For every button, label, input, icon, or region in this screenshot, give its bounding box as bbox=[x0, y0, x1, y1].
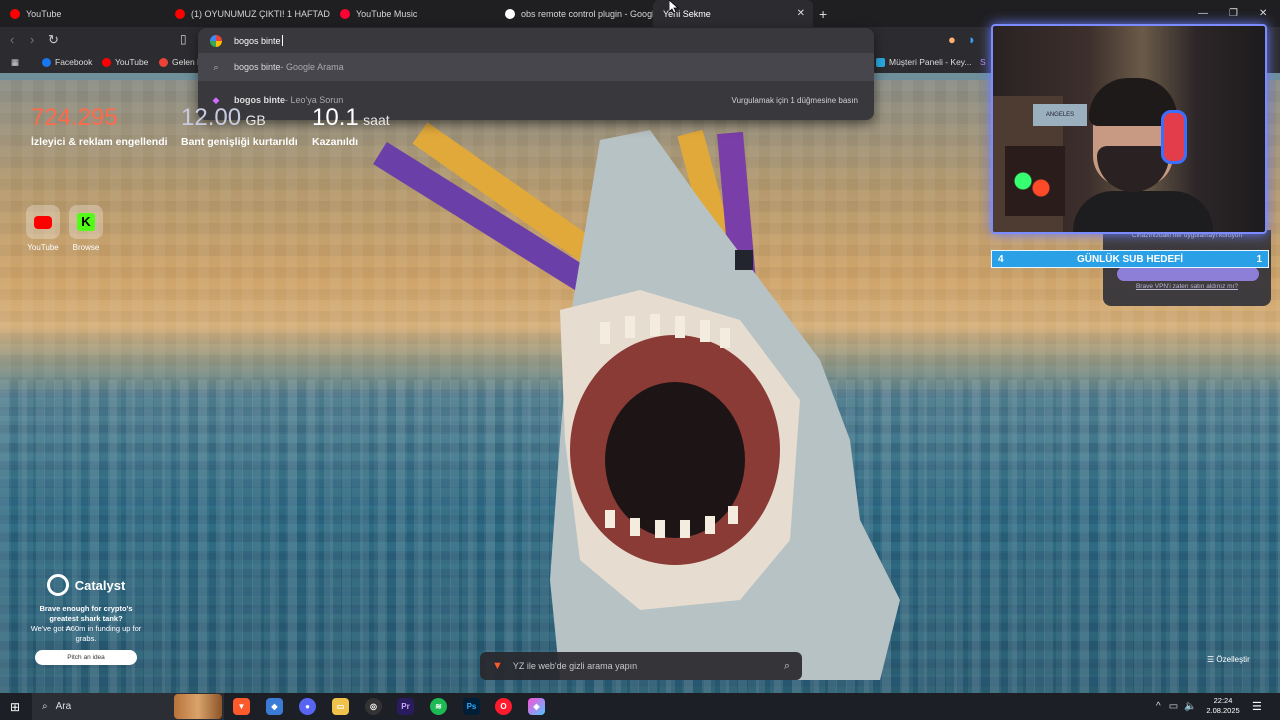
brave-logo-icon: ▼ bbox=[492, 660, 503, 672]
search-icon: ⌕ bbox=[42, 701, 48, 712]
opera-icon[interactable]: O bbox=[495, 698, 512, 715]
catalyst-logo-icon bbox=[46, 574, 69, 596]
obs-icon[interactable]: ◎ bbox=[365, 698, 382, 715]
vpn-button[interactable] bbox=[1117, 267, 1259, 281]
bookmark-icon[interactable]: ▯ bbox=[180, 32, 187, 46]
google-icon bbox=[210, 34, 222, 47]
stat-bandwidth-saved: 12.00 GB Bant genişliği kurtarıldı bbox=[181, 104, 298, 148]
windows-start-icon[interactable]: ⊞ bbox=[10, 700, 20, 714]
volume-icon[interactable]: 🔈 bbox=[1184, 701, 1196, 712]
youtube-icon bbox=[34, 215, 52, 229]
tab-youtube-video[interactable]: (1) OYUNUMUZ ÇIKTI! 1 HAFTADA 1( bbox=[165, 0, 330, 27]
google-icon bbox=[505, 8, 515, 19]
discord-icon[interactable]: ● bbox=[299, 698, 316, 715]
bookmark-s[interactable]: S bbox=[980, 57, 986, 67]
address-input[interactable]: bogos binte bbox=[234, 36, 281, 46]
tab-google-search[interactable]: obs remote control plugin - Google' bbox=[495, 0, 653, 27]
close-icon[interactable]: ✕ bbox=[797, 8, 805, 19]
bookmark-musteri-paneli[interactable]: Müşteri Paneli - Key... bbox=[876, 57, 972, 67]
network-icon[interactable]: ▭ bbox=[1169, 701, 1178, 712]
stat-time-saved: 10.1 saat Kazanıldı bbox=[312, 104, 390, 148]
bookmark-youtube[interactable]: YouTube bbox=[102, 57, 148, 67]
tray-icons[interactable]: ^ ▭ 🔈 bbox=[1156, 693, 1197, 720]
vpn-already-bought-link[interactable]: Brave VPN'i zaten satın aldınız mı? bbox=[1103, 283, 1271, 290]
search-icon: ⌕ bbox=[213, 61, 219, 72]
pitch-idea-button[interactable]: Pitch an idea bbox=[35, 650, 137, 665]
app-icon[interactable]: ◈ bbox=[528, 698, 545, 715]
tab-label: YouTube Music bbox=[356, 8, 418, 19]
headset-icon bbox=[1161, 110, 1187, 164]
tab-youtube[interactable]: YouTube bbox=[0, 0, 165, 27]
gmail-icon bbox=[159, 57, 168, 67]
spotify-icon[interactable]: ≋ bbox=[430, 698, 447, 715]
search-placeholder: YZ ile web'de gizli arama yapın bbox=[512, 661, 638, 671]
address-bar[interactable]: bogos binte bbox=[198, 28, 874, 53]
search-highlight-image bbox=[174, 694, 222, 719]
chevron-up-icon[interactable]: ^ bbox=[1156, 701, 1161, 712]
bookmark-facebook[interactable]: Facebook bbox=[42, 57, 92, 67]
premiere-icon[interactable]: Pr bbox=[397, 698, 414, 715]
youtube-icon bbox=[175, 8, 185, 19]
bookmark-gmail[interactable]: Gelen K bbox=[159, 57, 203, 67]
license-plate: ANGELES bbox=[1033, 104, 1087, 126]
youtube-icon bbox=[10, 8, 20, 19]
suggestion-ask-leo[interactable]: ◆ bogos binte - Leo'ya Sorun Vurgulamak … bbox=[198, 86, 874, 114]
apps-icon[interactable]: ▦ bbox=[11, 57, 19, 68]
wallet-icon[interactable]: ◗ bbox=[968, 32, 976, 47]
close-window-icon[interactable]: ✕ bbox=[1259, 0, 1267, 27]
brave-icon[interactable]: ▼ bbox=[233, 698, 250, 715]
shortcut-browse[interactable]: K Browse bbox=[66, 205, 106, 252]
new-tab-button[interactable]: + bbox=[819, 6, 827, 22]
tab-label: (1) OYUNUMUZ ÇIKTI! 1 HAFTADA 1( bbox=[191, 8, 330, 19]
tab-label: YouTube bbox=[26, 8, 62, 19]
tab-youtube-music[interactable]: YouTube Music bbox=[330, 0, 495, 27]
windows-taskbar: ⊞ ⌕ Ara ▼ ◆ ● ▭ ◎ Pr ≋ Ps O ◈ ^ ▭ 🔈 22:2… bbox=[0, 693, 1280, 720]
omnibox-dropdown: bogos binte ⌕ bogos binte - Google Arama… bbox=[198, 28, 874, 120]
mouse-cursor-icon bbox=[669, 0, 679, 14]
tab-strip: YouTube (1) OYUNUMUZ ÇIKTI! 1 HAFTADA 1(… bbox=[0, 0, 1280, 27]
suggestion-hint: Vurgulamak için 1 düğmesine basın bbox=[731, 95, 858, 105]
webcam-overlay: ANGELES bbox=[991, 24, 1267, 234]
system-clock[interactable]: 22:24 2.08.2025 bbox=[1200, 696, 1246, 716]
reload-icon[interactable]: ↻ bbox=[48, 32, 59, 48]
app-icon[interactable]: ◆ bbox=[266, 698, 283, 715]
taskbar-search[interactable]: ⌕ Ara bbox=[32, 693, 224, 720]
forward-icon[interactable]: › bbox=[30, 32, 34, 47]
vpn-promo-panel: Cihazınızdaki her uygulamayı koruyun Bra… bbox=[1103, 230, 1271, 306]
search-icon[interactable]: ⌕ bbox=[784, 660, 790, 673]
catalyst-promo: Catalyst Brave enough for crypto's great… bbox=[28, 574, 144, 665]
back-icon[interactable]: ‹ bbox=[10, 32, 14, 47]
file-explorer-icon[interactable]: ▭ bbox=[332, 698, 349, 715]
facebook-icon bbox=[42, 57, 51, 67]
youtube-music-icon bbox=[340, 8, 350, 19]
photoshop-icon[interactable]: Ps bbox=[463, 698, 480, 715]
k-logo-icon bbox=[876, 57, 885, 67]
customize-button[interactable]: ☰ Özelleştir bbox=[1207, 655, 1250, 664]
minimize-icon[interactable]: — bbox=[1198, 0, 1208, 27]
private-search-box[interactable]: ▼ YZ ile web'de gizli arama yapın ⌕ bbox=[480, 652, 802, 680]
sub-goal-bar: 4 GÜNLÜK SUB HEDEFİ 1 bbox=[991, 250, 1269, 268]
restore-icon[interactable]: ❐ bbox=[1229, 0, 1238, 27]
youtube-icon bbox=[102, 57, 111, 67]
stat-trackers-blocked: 724.295 İzleyici & reklam engellendi bbox=[31, 104, 168, 148]
suggestion-google-search[interactable]: ⌕ bogos binte - Google Arama bbox=[198, 53, 874, 81]
tab-label: obs remote control plugin - Google' bbox=[521, 8, 653, 19]
notification-icon[interactable]: ☰ bbox=[1252, 700, 1262, 713]
shortcut-youtube[interactable]: YouTube bbox=[23, 205, 63, 252]
kick-icon: K bbox=[77, 213, 95, 231]
brave-shields-icon[interactable]: ● bbox=[948, 32, 956, 47]
